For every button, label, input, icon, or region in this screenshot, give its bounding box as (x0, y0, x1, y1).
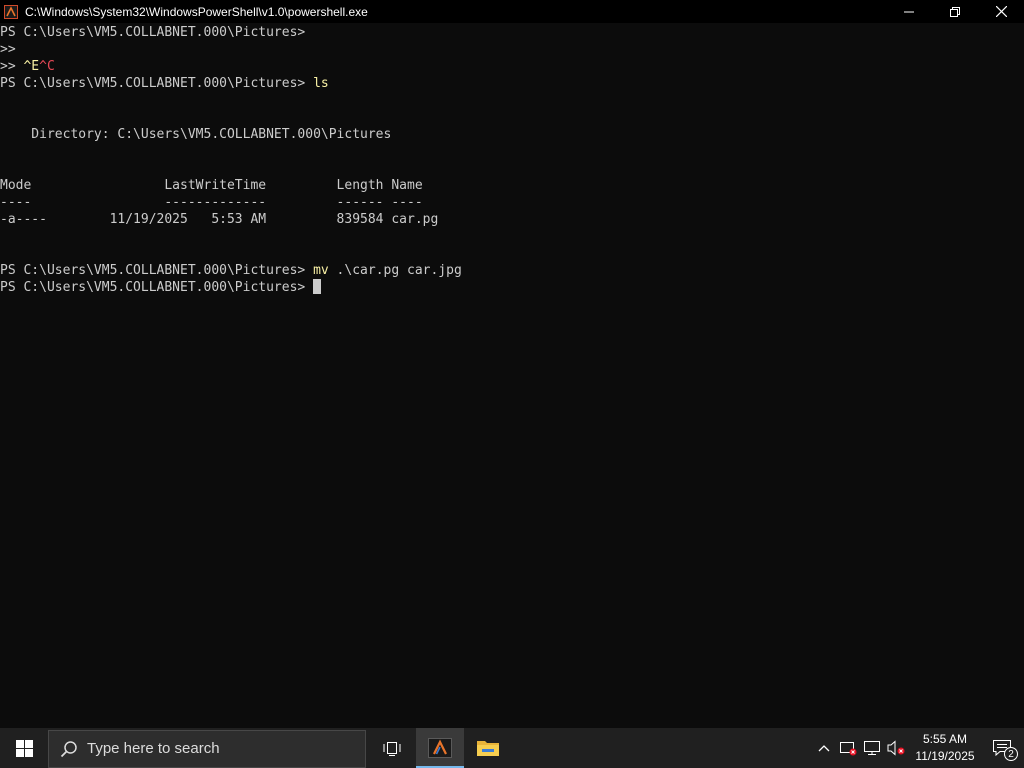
taskbar-search-box[interactable]: Type here to search (48, 729, 366, 768)
clock-date: 11/19/2025 (915, 749, 975, 763)
command-text: ls (313, 76, 329, 91)
clock-time: 5:55 AM (922, 732, 968, 746)
task-view-icon (383, 742, 401, 756)
notification-count-badge: 2 (1004, 747, 1018, 761)
network-icon (864, 741, 880, 755)
window-title: C:\Windows\System32\WindowsPowerShell\v1… (25, 4, 368, 19)
command-text: mv (313, 263, 329, 278)
close-button[interactable] (978, 0, 1024, 23)
command-args: .\car.pg car.jpg (328, 263, 462, 278)
file-explorer-icon (477, 741, 499, 756)
file-explorer-button[interactable] (464, 728, 512, 768)
console-line: PS C:\Users\VM5.COLLABNET.000\Pictures> (0, 279, 322, 296)
console-output[interactable]: PS C:\Users\VM5.COLLABNET.000\Pictures> … (0, 23, 1024, 728)
listing-row: -a---- 11/19/2025 5:53 AM 839584 car.pg (0, 212, 439, 227)
console-line: >> (0, 42, 24, 57)
minimize-button[interactable] (886, 0, 932, 23)
powershell-taskbar-button[interactable] (416, 728, 464, 768)
search-placeholder: Type here to search (87, 740, 220, 757)
action-center-button[interactable]: 2 (980, 728, 1024, 768)
volume-muted-icon (887, 740, 905, 756)
console-line: >> ^E^C (0, 59, 55, 74)
title-bar[interactable]: C:\Windows\System32\WindowsPowerShell\v1… (0, 0, 1024, 23)
volume-tray-button[interactable] (884, 728, 908, 768)
taskbar-clock[interactable]: 5:55 AM 11/19/2025 (910, 731, 980, 765)
network-tray-button[interactable] (860, 728, 884, 768)
security-tray-button[interactable] (836, 728, 860, 768)
search-icon (60, 740, 78, 758)
minimize-icon (904, 11, 914, 12)
system-tray: 5:55 AM 11/19/2025 2 (812, 728, 1024, 768)
security-icon (840, 742, 857, 756)
windows-logo-icon (15, 739, 33, 757)
powershell-taskbar-icon (428, 738, 452, 758)
listing-separator: ---- ------------- ------ ---- (0, 195, 423, 210)
close-icon (995, 6, 1007, 17)
text-cursor (313, 279, 322, 294)
console-line: PS C:\Users\VM5.COLLABNET.000\Pictures> … (0, 263, 462, 278)
console-line: PS C:\Users\VM5.COLLABNET.000\Pictures> (0, 25, 314, 40)
show-hidden-icons-button[interactable] (812, 728, 836, 768)
directory-header: Directory: C:\Users\VM5.COLLABNET.000\Pi… (0, 127, 392, 142)
powershell-app-icon (3, 4, 19, 20)
start-button[interactable] (0, 728, 48, 768)
ctrl-sequence: ^C (39, 59, 55, 74)
task-view-button[interactable] (368, 728, 416, 768)
ctrl-sequence: ^E (23, 59, 40, 74)
console-line: PS C:\Users\VM5.COLLABNET.000\Pictures> … (0, 76, 329, 91)
restore-icon (950, 6, 960, 17)
chevron-up-icon (818, 745, 830, 752)
taskbar: Type here to search 5:55 AM 11/19/2025 2 (0, 728, 1024, 768)
listing-header: Mode LastWriteTime Length Name (0, 178, 423, 193)
restore-button[interactable] (932, 0, 978, 23)
